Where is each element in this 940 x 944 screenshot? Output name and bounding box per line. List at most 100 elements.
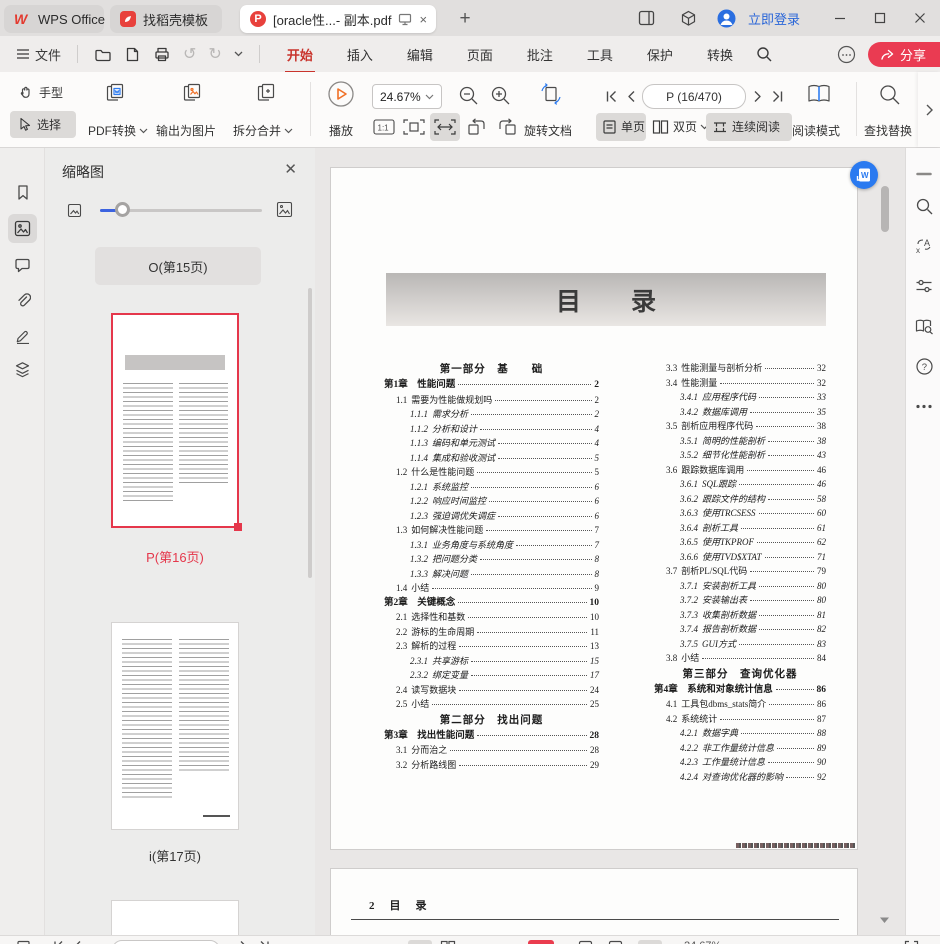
tab-wps-office[interactable]: W WPS Office [4,5,104,33]
toc-entry: 3.5剖析应用程序代码38 [654,419,826,434]
close-tab-icon[interactable]: × [419,12,427,27]
status-fullscreen-icon[interactable] [904,940,919,944]
continuous-read-button[interactable]: 连续阅读 [706,113,792,141]
split-view-icon[interactable] [633,5,661,31]
status-highlight-tool[interactable] [528,940,554,944]
translate-icon[interactable]: Ax [914,236,934,256]
zoom-out-button[interactable] [458,85,480,107]
menu-item-转换[interactable]: 转换 [703,43,737,66]
menu-item-开始[interactable]: 开始 [283,43,317,66]
save-button[interactable] [118,40,147,68]
redo-button[interactable]: ↻ [202,40,227,68]
status-page-indicator[interactable]: P (16/470) [112,940,220,944]
status-last-page-icon[interactable] [258,940,271,944]
tab-pdf-document[interactable]: P [oracle性...- 副本.pdf × [240,5,436,33]
print-button[interactable] [147,40,177,68]
zoom-select[interactable]: 24.67% [372,84,442,109]
hand-tool-label: 手型 [39,84,63,101]
status-zoom-in[interactable]: + [872,940,880,944]
bookmark-icon[interactable] [8,178,37,207]
fit-width-button[interactable] [430,113,460,141]
new-tab-button[interactable]: + [452,6,478,32]
file-menu[interactable]: 文件 [10,40,67,68]
thumbnail-page-15[interactable]: O(第15页) [95,247,261,285]
open-button[interactable] [88,40,118,68]
comment-icon[interactable] [8,250,37,279]
monitor-icon[interactable] [398,13,412,26]
slider-knob[interactable] [115,202,130,217]
menu-item-批注[interactable]: 批注 [523,43,557,66]
menu-item-编辑[interactable]: 编辑 [403,43,437,66]
menu-item-工具[interactable]: 工具 [583,43,617,66]
find-replace-button[interactable]: 查找替换 [864,122,912,139]
status-page-icon[interactable] [16,940,31,944]
first-page-button[interactable] [604,89,619,104]
toolbar-expand-button[interactable] [918,72,940,147]
maximize-button[interactable] [866,5,894,31]
chevron-down-icon[interactable] [228,40,249,68]
avatar[interactable] [713,5,741,31]
more-circle-icon[interactable] [831,40,862,68]
last-page-button[interactable] [770,89,785,104]
status-double-page-icon[interactable] [440,940,456,944]
status-active-tool[interactable] [638,940,662,944]
login-link[interactable]: 立即登录 [748,9,800,28]
select-tool-button[interactable]: 选择 [10,111,76,138]
rotate-left-button[interactable] [466,116,488,138]
panel-close-icon[interactable]: ✕ [284,160,297,178]
rotate-right-button[interactable] [496,116,518,138]
status-single-page-icon[interactable] [408,940,432,944]
fit-page-button[interactable] [402,116,426,138]
document-scrollbar[interactable] [881,186,889,232]
scroll-down-icon[interactable] [879,916,890,924]
pdf-page-17-partial[interactable]: 2 目 录 [330,868,858,935]
export-image-button[interactable]: 输出为图片 [156,122,216,139]
menu-item-插入[interactable]: 插入 [343,43,377,66]
status-first-page-icon[interactable] [52,940,65,944]
help-icon[interactable]: ? [914,356,934,376]
adjust-settings-icon[interactable] [914,276,934,296]
panel-scrollbar[interactable] [308,288,312,578]
actual-size-button[interactable]: 1:1 [372,116,396,138]
signature-pen-icon[interactable] [8,320,37,349]
minimize-button[interactable] [826,5,854,31]
single-page-button[interactable]: 单页 [596,113,646,141]
collapse-handle-icon[interactable] [914,164,934,184]
more-options-icon[interactable] [914,396,934,416]
mini-text-lines [179,383,229,484]
status-tool-icon-2[interactable] [608,940,623,944]
thumbnail-page-16[interactable] [111,313,239,528]
continuous-read-label: 连续阅读 [732,118,780,135]
read-mode-button[interactable]: 阅读模式 [792,122,840,139]
menu-item-页面[interactable]: 页面 [463,43,497,66]
pdf-to-word-float-button[interactable]: W [850,161,878,189]
double-page-button[interactable]: 双页 [652,118,709,135]
pdf-page-16[interactable]: 目 录 第一部分 基 础第1章 性能问题21.1需要为性能做规划吗21.1.1需… [330,167,858,850]
sidebar-search-icon[interactable] [914,196,934,216]
cube-icon[interactable] [675,5,703,31]
status-next-page-icon[interactable] [238,940,249,944]
prev-page-button[interactable] [625,89,637,104]
split-merge-button[interactable]: 拆分合并 [233,122,293,139]
share-button[interactable]: 分享 [868,42,940,67]
thumbnail-panel-icon[interactable] [8,214,37,243]
status-prev-page-icon[interactable] [72,940,83,944]
next-page-button[interactable] [752,89,764,104]
thumbnail-page-18-partial[interactable] [111,900,239,940]
menu-item-保护[interactable]: 保护 [643,43,677,66]
status-tool-icon[interactable] [578,940,593,944]
menu-search-icon[interactable] [750,40,779,68]
thumbnail-page-17[interactable] [111,622,239,830]
reader-view-icon[interactable] [914,316,934,336]
pdf-convert-button[interactable]: PDF转换 [88,122,148,139]
play-button[interactable]: 播放 [329,122,353,139]
rotate-doc-button[interactable]: 旋转文档 [524,122,572,139]
undo-button[interactable]: ↺ [177,40,202,68]
close-window-button[interactable] [906,5,934,31]
attachment-icon[interactable] [8,286,37,315]
page-indicator[interactable]: P (16/470) [642,84,746,109]
hand-tool-button[interactable]: 手型 [18,84,63,101]
layers-icon[interactable] [8,355,37,384]
tab-docer[interactable]: 找稻壳模板 [110,5,222,33]
zoom-in-button[interactable] [490,85,512,107]
